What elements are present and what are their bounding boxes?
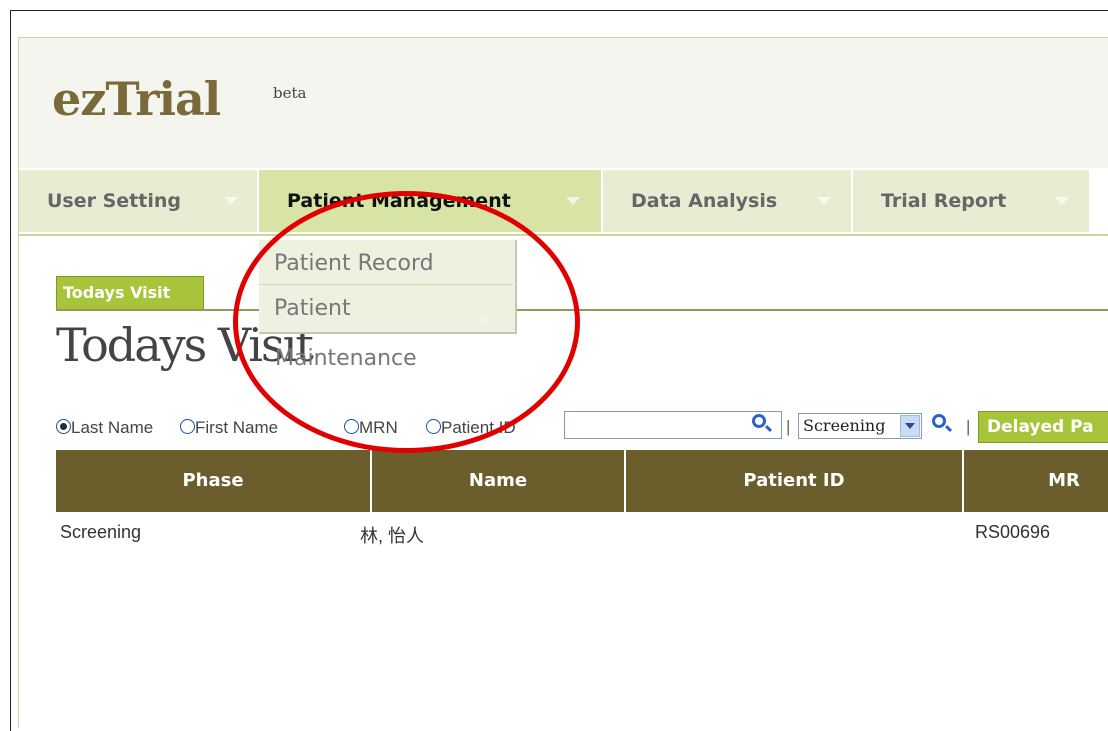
radio-last-name[interactable]: Last Name (56, 418, 153, 438)
app-logo: ezTrial (52, 72, 221, 126)
nav-tab-label: Data Analysis (631, 190, 778, 212)
cell-phase: Screening (60, 522, 142, 542)
app-logo-beta: beta (273, 84, 307, 102)
column-header-name[interactable]: Name (372, 450, 626, 512)
nav-tab-user-setting[interactable]: User Setting (19, 170, 257, 232)
phase-select-value: Screening (803, 416, 886, 435)
divider-pipe: | (786, 417, 791, 436)
chevron-down-icon (817, 197, 831, 205)
search-icon[interactable] (752, 414, 766, 428)
main-nav: User Setting Patient Management Data Ana… (19, 170, 1108, 236)
phase-select[interactable]: Screening (798, 413, 922, 439)
nav-tab-label: User Setting (47, 190, 181, 212)
cell-mrn: RS00696 (975, 522, 1051, 542)
chevron-down-icon (224, 197, 238, 205)
delayed-patients-button[interactable]: Delayed Pa (978, 411, 1108, 443)
chevron-down-icon (566, 197, 580, 205)
chevron-down-icon (1055, 197, 1069, 205)
chevron-down-icon[interactable] (900, 415, 920, 437)
todays-visit-tab[interactable]: Todays Visit (56, 276, 204, 310)
nav-tab-data-analysis[interactable]: Data Analysis (603, 170, 851, 232)
search-bar: Last Name First Name MRN Patient ID | Sc… (56, 411, 1108, 444)
radio-icon[interactable] (180, 419, 195, 434)
column-header-patient-id[interactable]: Patient ID (626, 450, 964, 512)
radio-label: First Name (195, 418, 279, 437)
radio-icon[interactable] (56, 419, 71, 434)
search-input[interactable] (564, 411, 782, 439)
annotation-circle (233, 191, 580, 453)
radio-first-name[interactable]: First Name (180, 418, 278, 438)
column-header-phase[interactable]: Phase (56, 450, 372, 512)
table-header: Phase Name Patient ID MR (56, 450, 1108, 512)
nav-tab-label: Trial Report (881, 190, 1007, 212)
nav-divider (19, 234, 1108, 236)
nav-tab-trial-report[interactable]: Trial Report (853, 170, 1089, 232)
column-header-mrn[interactable]: MR (964, 450, 1108, 512)
divider-pipe: | (966, 417, 971, 436)
tab-divider (56, 309, 1108, 311)
cell-name: 林, 怡人 (360, 526, 425, 546)
radio-label: Last Name (71, 418, 154, 437)
search-icon[interactable] (932, 414, 946, 428)
